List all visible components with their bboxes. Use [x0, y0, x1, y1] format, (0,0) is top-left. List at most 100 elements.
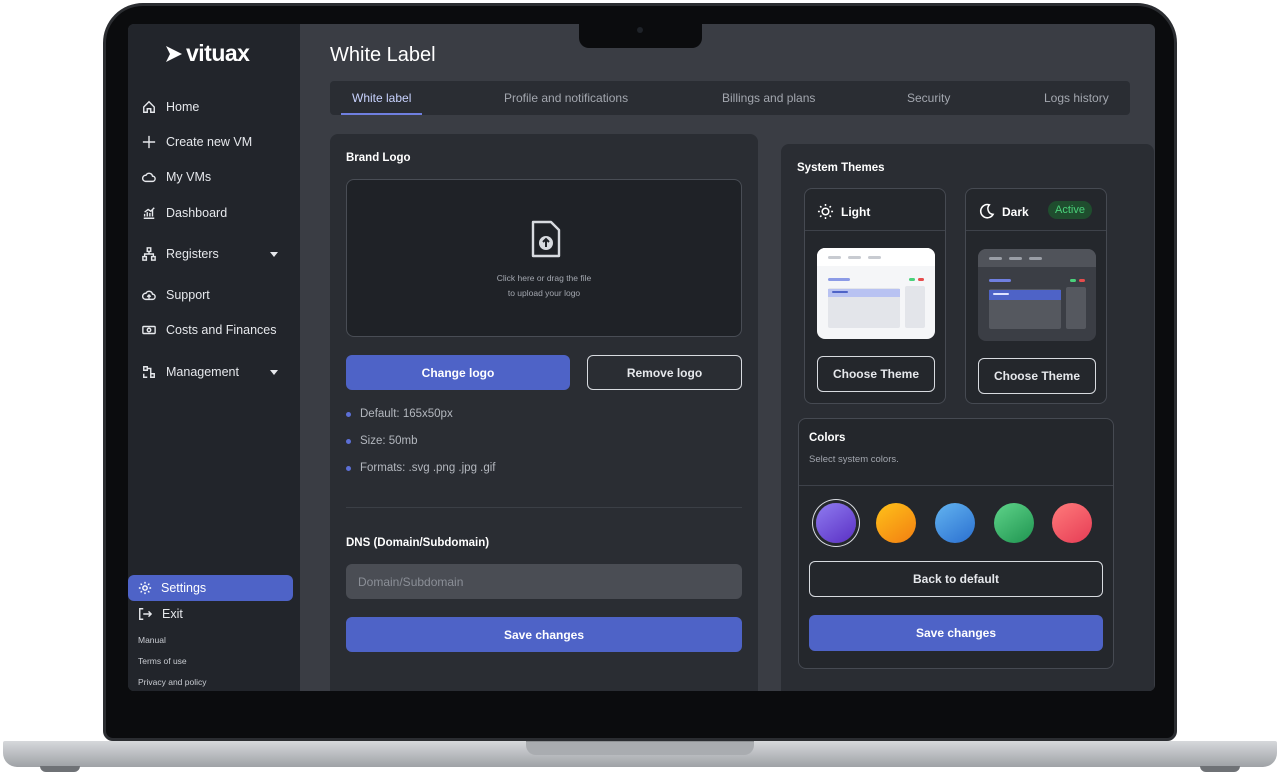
- sidebar-item-label: Registers: [166, 247, 219, 261]
- sidebar-item-dashboard[interactable]: Dashboard: [142, 202, 227, 224]
- tab-bar: White label Profile and notifications Bi…: [330, 81, 1130, 115]
- light-theme-preview: [817, 248, 935, 339]
- tab-billings-plans[interactable]: Billings and plans: [722, 91, 815, 105]
- light-theme-option[interactable]: Light Choose Theme: [804, 188, 946, 404]
- play-logo-icon: [166, 45, 182, 62]
- colors-subtitle: Select system colors.: [809, 454, 899, 465]
- hierarchy-icon: [142, 247, 156, 261]
- tab-security[interactable]: Security: [907, 91, 950, 105]
- divider: [966, 230, 1106, 231]
- dns-input[interactable]: [346, 564, 742, 599]
- preview-dot: [1079, 279, 1085, 282]
- themes-card: System Themes Light Choose Theme Dark Ac…: [781, 144, 1154, 691]
- brand-logo-card: Brand Logo Click here or drag the file t…: [330, 134, 758, 691]
- camera-notch: [579, 24, 702, 48]
- privacy-link[interactable]: Privacy and policy: [138, 677, 207, 687]
- themes-title: System Themes: [797, 162, 885, 174]
- spec-text: Default: 165x50px: [360, 408, 453, 420]
- bullet-dot-icon: [346, 438, 351, 444]
- manual-link[interactable]: Manual: [138, 635, 166, 645]
- bullet-dot-icon: [346, 411, 351, 417]
- preview-bar: [989, 257, 1002, 260]
- preview-bar: [832, 291, 848, 293]
- color-swatch-blue[interactable]: [935, 503, 975, 543]
- moon-icon: [979, 203, 995, 219]
- chevron-down-icon[interactable]: [270, 370, 278, 375]
- preview-bar: [848, 256, 861, 259]
- dark-theme-preview: [978, 249, 1096, 341]
- preview-panel: [905, 286, 925, 328]
- sidebar-item-management[interactable]: Management: [142, 361, 239, 383]
- sidebar-item-create-vm[interactable]: Create new VM: [142, 131, 252, 153]
- color-swatch-purple[interactable]: [816, 503, 856, 543]
- laptop-base-notch: [526, 741, 754, 755]
- sidebar-item-label: Create new VM: [166, 135, 253, 149]
- logo-upload-dropzone[interactable]: Click here or drag the file to upload yo…: [346, 179, 742, 337]
- upload-hint-line2: to upload your logo: [507, 288, 581, 298]
- preview-bar: [868, 256, 881, 259]
- colors-section: Colors Select system colors. Back to def…: [798, 418, 1114, 669]
- chevron-down-icon[interactable]: [270, 252, 278, 257]
- sidebar-item-label: Costs and Finances: [166, 323, 277, 337]
- save-colors-button[interactable]: Save changes: [809, 615, 1103, 651]
- sun-icon: [817, 203, 834, 220]
- management-icon: [143, 366, 155, 378]
- color-swatch-green[interactable]: [994, 503, 1034, 543]
- sidebar-item-support[interactable]: Support: [142, 284, 210, 306]
- tab-logs-history[interactable]: Logs history: [1044, 91, 1109, 105]
- remove-logo-button[interactable]: Remove logo: [587, 355, 742, 390]
- preview-bar: [828, 278, 850, 281]
- sidebar-item-registers[interactable]: Registers: [142, 243, 219, 265]
- dark-theme-label: Dark: [1002, 204, 1029, 219]
- section-divider: [346, 507, 742, 508]
- laptop-foot: [40, 766, 80, 772]
- exit-label: Exit: [162, 607, 183, 621]
- choose-light-theme-button[interactable]: Choose Theme: [817, 356, 935, 392]
- active-tab-indicator: [341, 113, 422, 115]
- spec-item: Default: 165x50px: [346, 408, 453, 420]
- laptop-foot: [1200, 766, 1240, 772]
- terms-link[interactable]: Terms of use: [138, 656, 187, 666]
- gear-icon: [138, 581, 152, 595]
- plus-icon: [142, 135, 156, 149]
- brand-logo[interactable]: vituax: [164, 40, 250, 67]
- preview-dot: [918, 278, 924, 281]
- colors-title: Colors: [809, 432, 846, 444]
- sidebar-item-my-vms[interactable]: My VMs: [142, 166, 211, 188]
- home-icon: [143, 100, 155, 113]
- preview-panel: [1066, 287, 1086, 329]
- file-upload-icon: [531, 220, 561, 258]
- spec-item: Size: 50mb: [346, 435, 418, 447]
- color-swatch-red[interactable]: [1052, 503, 1092, 543]
- light-theme-header: Light: [817, 203, 870, 220]
- preview-dot: [909, 278, 915, 281]
- upload-hint-line1: Click here or drag the file: [496, 273, 592, 283]
- sidebar-item-costs[interactable]: Costs and Finances: [142, 319, 276, 341]
- sidebar-item-label: Management: [166, 365, 239, 379]
- sidebar-item-label: My VMs: [166, 170, 212, 184]
- save-dns-button[interactable]: Save changes: [346, 617, 742, 652]
- page-title: White Label: [330, 44, 436, 66]
- change-logo-button[interactable]: Change logo: [346, 355, 570, 390]
- camera-icon: [637, 27, 643, 33]
- dark-theme-option[interactable]: Dark Active Choose Theme: [965, 188, 1107, 404]
- spec-item: Formats: .svg .png .jpg .gif: [346, 462, 496, 474]
- sidebar-item-label: Support: [166, 288, 210, 302]
- preview-bar: [1009, 257, 1022, 260]
- color-swatch-orange[interactable]: [876, 503, 916, 543]
- divider: [799, 485, 1113, 486]
- sidebar-item-exit[interactable]: Exit: [138, 603, 183, 625]
- cloud-icon: [142, 172, 156, 183]
- divider: [805, 230, 945, 231]
- back-to-default-button[interactable]: Back to default: [809, 561, 1103, 597]
- sidebar-item-settings[interactable]: Settings: [128, 575, 293, 601]
- settings-label: Settings: [161, 581, 207, 595]
- dark-theme-header: Dark: [978, 203, 1029, 220]
- sidebar-item-home[interactable]: Home: [142, 96, 199, 118]
- choose-dark-theme-button[interactable]: Choose Theme: [978, 358, 1096, 394]
- cloud-upload-icon: [142, 290, 156, 301]
- tab-white-label[interactable]: White label: [352, 91, 411, 105]
- active-badge: Active: [1048, 201, 1092, 219]
- preview-bar: [828, 256, 841, 259]
- tab-profile-notifications[interactable]: Profile and notifications: [504, 91, 628, 105]
